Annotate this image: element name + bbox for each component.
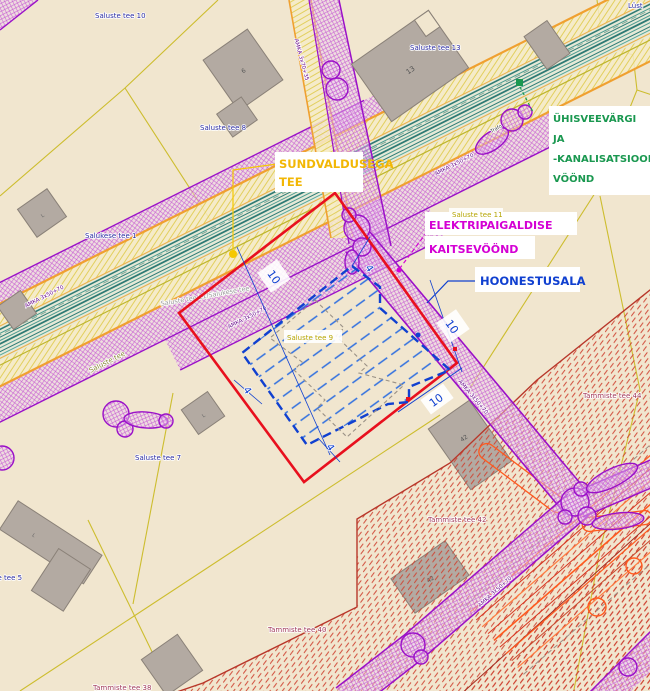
parcel-label-lust: Lüst bbox=[628, 2, 643, 10]
parcel-label-saluste-8: Saluste tee 8 bbox=[200, 124, 246, 132]
water-zone-label-line2: JA bbox=[552, 134, 565, 145]
planning-map[interactable]: 6 13 L L L 42 42 bbox=[0, 0, 650, 691]
parcel-label-tammiste-44: Tammiste tee 44 bbox=[582, 392, 642, 400]
water-zone-label-line1: ÜHISVEEVÄRGI bbox=[553, 111, 636, 125]
electric-zone-label-line2: KAITSEVÖÖND bbox=[429, 242, 518, 256]
parcel-label-tammiste-38: Tammiste tee 38 bbox=[92, 684, 151, 691]
hoonestusala-label: HOONESTUSALA bbox=[480, 274, 586, 288]
parcel-label-saluste-9: Saluste tee 9 bbox=[287, 334, 333, 342]
parcel-label-tammiste-40: Tammiste tee 40 bbox=[267, 626, 326, 634]
parcel-label-tammiste-42: Tammiste tee 42 bbox=[427, 516, 486, 524]
parcel-label-salukese-1: Salukese tee 1 bbox=[85, 232, 136, 240]
sundvaldus-label-line2: TEE bbox=[279, 175, 303, 189]
parcel-label-saluste-10: Saluste tee 10 bbox=[95, 12, 146, 20]
magenta-point-marker bbox=[397, 268, 402, 273]
parcel-label-saluste-5: Saluste tee 5 bbox=[0, 574, 22, 582]
parcel-label-saluste-7: Saluste tee 7 bbox=[135, 454, 181, 462]
parcel-label-saluste-13: Saluste tee 13 bbox=[410, 44, 461, 52]
water-zone-label-line3: -KANALISATSIOONI bbox=[553, 154, 650, 165]
blue-point-marker bbox=[416, 333, 421, 338]
water-zone-label-line4: VÖÖND bbox=[553, 171, 594, 185]
sundvaldus-label-line1: SUNDVALDUSEGA bbox=[279, 157, 394, 171]
parcel-label-saluste-11: Saluste tee 11 bbox=[452, 211, 503, 219]
electric-zone-label-line1: ELEKTRIPAIGALDISE bbox=[429, 219, 553, 232]
map-canvas: 6 13 L L L 42 42 bbox=[0, 0, 650, 691]
water-connection-marker bbox=[516, 79, 523, 86]
